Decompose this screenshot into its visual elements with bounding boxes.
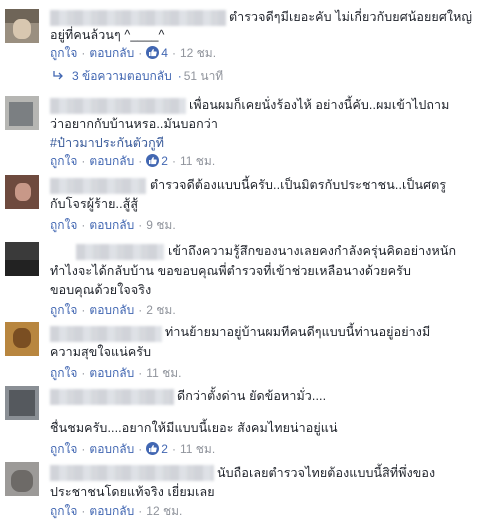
thumbs-up-icon [146, 442, 160, 455]
reply-timestamp[interactable]: 51 นาที [184, 69, 224, 83]
timestamp[interactable]: 2 ชม. [146, 303, 175, 317]
separator: · [177, 69, 182, 83]
timestamp[interactable]: 11 ชม. [180, 442, 215, 456]
timestamp[interactable]: 11 ชม. [146, 366, 181, 380]
comment-text: ดีกว่าตั้งด่าน ยัดข้อหามั่ว.... [177, 389, 327, 403]
comment-text: ขอบคุณด้วยใจจริง [50, 283, 152, 297]
comment-text: กับโจรผู้ร้าย..สู้สู้ [50, 197, 139, 211]
comment-text: ประชาชนโดยแท้จริง เยี่ยมเลย [50, 485, 215, 499]
thumbs-up-icon [146, 46, 160, 59]
comment-text: ว่าอยากกับบ้านหรอ..มันบอกว่า [50, 117, 218, 131]
comment-text: เพื่อนผมก็เคยนั่งร้องไห้ อย่างนี้คับ..ผม… [189, 98, 450, 112]
separator: · [171, 46, 176, 60]
reaction-count[interactable]: 2 [146, 442, 168, 456]
comment-actions: ถูกใจ · ตอบกลับ · 2 ชม. [50, 302, 176, 319]
comment-text: อยู่ที่คนล้วนๆ ^____^ [50, 28, 165, 42]
comment-actions: ถูกใจ · ตอบกลับ · 12 ชม. [50, 503, 182, 520]
reaction-count[interactable]: 2 [146, 154, 168, 168]
like-link[interactable]: ถูกใจ [50, 504, 77, 518]
reply-link[interactable]: ตอบกลับ [89, 303, 134, 317]
comment-actions: ถูกใจ · ตอบกลับ · 2 · 11 ชม. [50, 441, 215, 458]
comment-actions: ถูกใจ · ตอบกลับ · 11 ชม. [50, 365, 181, 382]
commenter-name[interactable] [50, 465, 214, 481]
reply-link[interactable]: ตอบกลับ [89, 442, 134, 456]
commenter-name[interactable] [50, 178, 146, 194]
like-link[interactable]: ถูกใจ [50, 154, 77, 168]
replies-count[interactable]: 3 ข้อความตอบกลับ [72, 69, 172, 83]
comment-text: ความสุขใจแน่ครับ [50, 345, 152, 359]
timestamp[interactable]: 12 ชม. [180, 46, 216, 60]
comment-text: ตำรวจดีต้องแบบนี้ครับ..เป็นมิตรกับประชาช… [150, 178, 447, 192]
thumbs-up-icon [146, 154, 160, 167]
separator: · [81, 46, 86, 60]
comment-text: ชื่นชมครับ....อยากให้มีแบบนี้เยอะ สังคมไ… [50, 421, 338, 435]
like-link[interactable]: ถูกใจ [50, 442, 77, 456]
comment-text: เข้าถึงความรู้สึกของนางเลยคงกำลังครุ่นคิ… [168, 244, 457, 258]
commenter-name[interactable] [50, 98, 186, 114]
reply-link[interactable]: ตอบกลับ [89, 154, 134, 168]
separator: · [138, 504, 143, 518]
separator: · [138, 442, 143, 456]
separator: · [81, 504, 86, 518]
avatar[interactable] [5, 462, 39, 496]
comment-actions: ถูกใจ · ตอบกลับ · 4 · 12 ชม. [50, 45, 216, 62]
comment-text: นับถือเลยตำรวจไทยต้องแบบนี้สิที่พึ่งของ [217, 466, 436, 480]
avatar[interactable] [5, 9, 39, 43]
view-replies-link[interactable]: 3 ข้อความตอบกลับ · 51 นาที [52, 67, 223, 86]
separator: · [138, 303, 143, 317]
commenter-name[interactable] [76, 244, 164, 260]
reply-link[interactable]: ตอบกลับ [89, 46, 134, 60]
separator: · [81, 442, 86, 456]
separator: · [81, 303, 86, 317]
separator: · [138, 218, 143, 232]
commenter-name[interactable] [50, 326, 162, 342]
comment-actions: ถูกใจ · ตอบกลับ · 2 · 11 ชม. [50, 153, 215, 170]
separator: · [138, 366, 143, 380]
reply-link[interactable]: ตอบกลับ [89, 218, 134, 232]
reply-link[interactable]: ตอบกลับ [89, 366, 134, 380]
avatar[interactable] [5, 175, 39, 209]
avatar[interactable] [5, 96, 39, 130]
separator: · [171, 442, 176, 456]
avatar[interactable] [5, 386, 39, 420]
reply-arrow-icon [52, 69, 64, 83]
comment-text: ทำไงจะได้กลับบ้าน ขอขอบคุณพี่ตำรวจที่เข้… [50, 264, 411, 278]
commenter-name[interactable] [50, 10, 226, 26]
timestamp[interactable]: 12 ชม. [146, 504, 182, 518]
reply-link[interactable]: ตอบกลับ [89, 504, 134, 518]
like-link[interactable]: ถูกใจ [50, 303, 77, 317]
comment-text: ท่านย้ายมาอยู่บ้านผมทีคนดีๆแบบนี้ท่านอยู… [165, 325, 431, 339]
comment-actions: ถูกใจ · ตอบกลับ · 9 ชม. [50, 217, 176, 234]
separator: · [171, 154, 176, 168]
commenter-name[interactable] [50, 389, 174, 405]
like-link[interactable]: ถูกใจ [50, 46, 77, 60]
like-link[interactable]: ถูกใจ [50, 218, 77, 232]
avatar[interactable] [5, 322, 39, 356]
timestamp[interactable]: 11 ชม. [180, 154, 215, 168]
separator: · [81, 366, 86, 380]
separator: · [138, 46, 143, 60]
timestamp[interactable]: 9 ชม. [146, 218, 175, 232]
separator: · [138, 154, 143, 168]
reaction-count[interactable]: 4 [146, 46, 168, 60]
separator: · [81, 218, 86, 232]
hashtag-link[interactable]: #ป๋าวมาประกันตัวกูที [50, 134, 164, 153]
avatar[interactable] [5, 242, 39, 276]
separator: · [81, 154, 86, 168]
like-link[interactable]: ถูกใจ [50, 366, 77, 380]
comment-text: ตำรวจดีๆมีเยอะคับ ไม่เกี่ยวกับยศน้อยยศให… [229, 10, 473, 24]
